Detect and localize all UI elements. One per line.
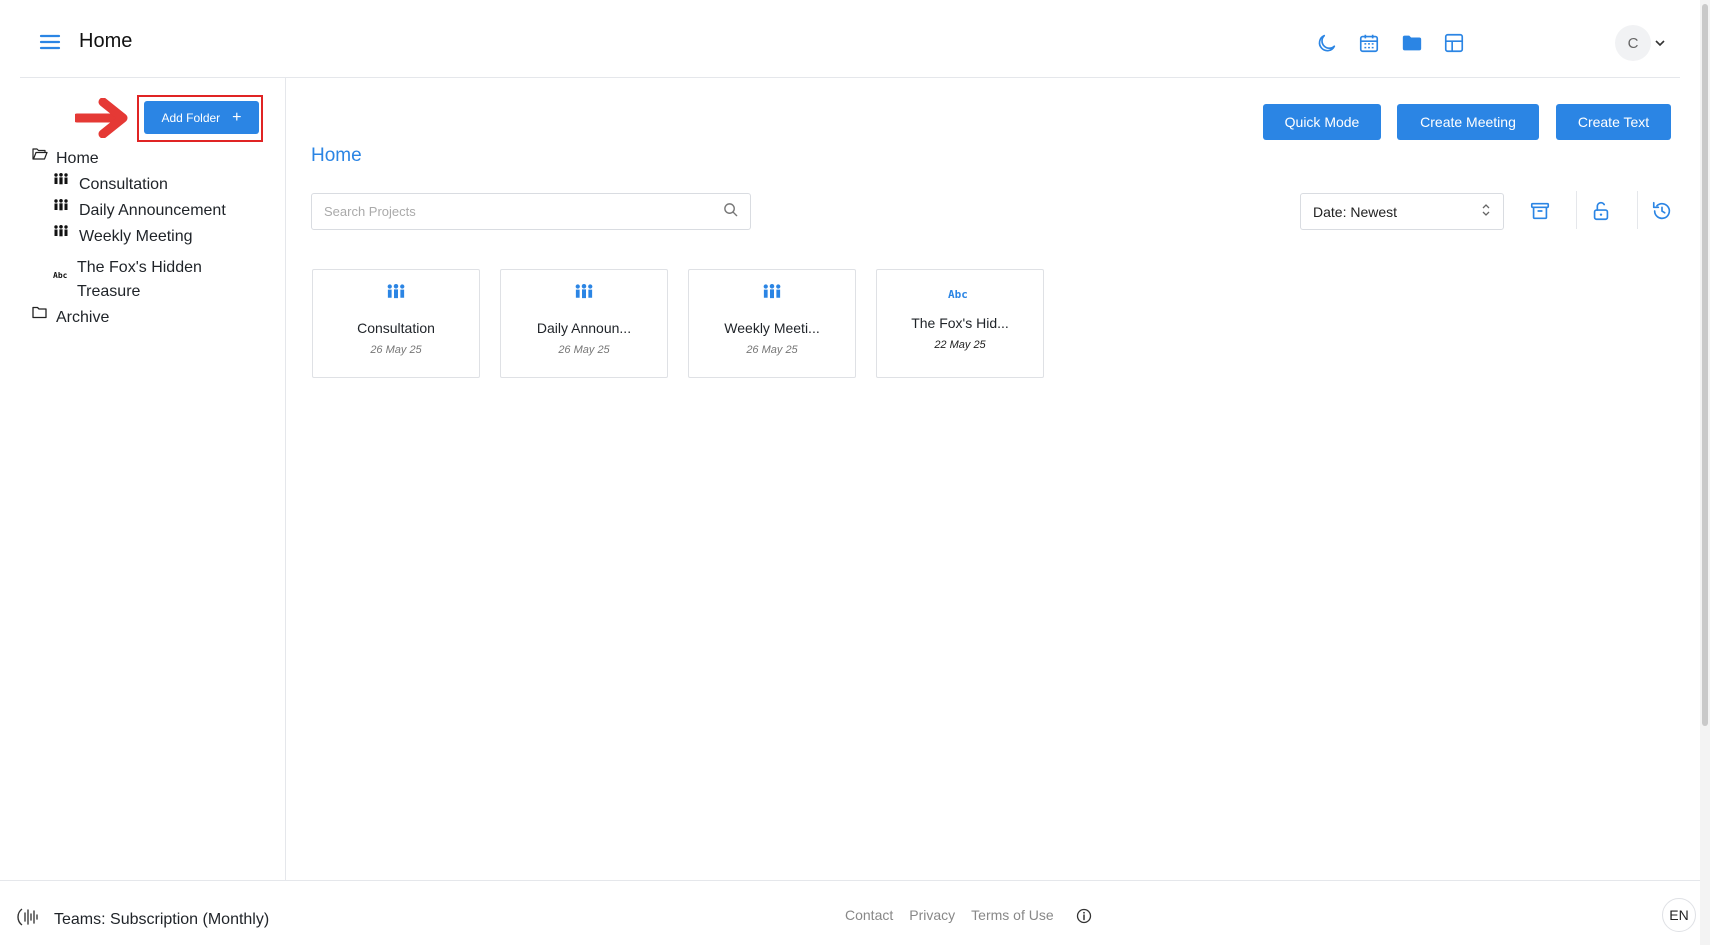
project-card-foxs-hidden-treasure[interactable]: Abc The Fox's Hid... 22 May 25 [876, 269, 1044, 378]
app-logo-icon [16, 905, 42, 934]
breadcrumb[interactable]: Home [311, 145, 362, 167]
top-header: Home C [20, 0, 1680, 78]
sort-value: Date: Newest [1313, 203, 1398, 220]
dark-mode-moon-icon[interactable] [1312, 28, 1342, 58]
scrollbar-thumb[interactable] [1702, 4, 1708, 726]
footer: Teams: Subscription (Monthly) Contact Pr… [0, 880, 1700, 945]
hamburger-menu-icon[interactable] [38, 30, 62, 54]
tree-item-weekly-meeting[interactable]: Weekly Meeting [53, 225, 193, 249]
terms-link[interactable]: Terms of Use [971, 907, 1053, 923]
text-abc-icon: Abc [53, 270, 71, 280]
card-title: Daily Announ... [536, 320, 632, 336]
project-card-daily-announcement[interactable]: Daily Announ... 26 May 25 [500, 269, 668, 378]
tree-item-foxs-hidden-treasure[interactable]: Abc The Fox's Hidden Treasure [53, 256, 233, 304]
calendar-icon[interactable] [1354, 28, 1384, 58]
meeting-icon [313, 284, 479, 299]
meeting-icon [53, 173, 73, 185]
add-folder-button[interactable]: Add Folder + [144, 101, 259, 134]
red-arrow-annotation-icon [72, 97, 129, 143]
toolbar-divider [1637, 191, 1638, 229]
meeting-icon [53, 225, 73, 237]
tree-item-daily-announcement[interactable]: Daily Announcement [53, 199, 226, 223]
meeting-icon [501, 284, 667, 299]
meeting-icon [689, 284, 855, 299]
layout-grid-icon[interactable] [1439, 28, 1469, 58]
header-title: Home [79, 30, 133, 52]
project-card-consultation[interactable]: Consultation 26 May 25 [312, 269, 480, 378]
create-meeting-button[interactable]: Create Meeting [1397, 104, 1539, 140]
history-restore-icon[interactable] [1647, 196, 1677, 226]
privacy-link[interactable]: Privacy [909, 907, 955, 923]
language-selector[interactable]: EN [1662, 898, 1696, 932]
card-title: The Fox's Hid... [911, 315, 1009, 331]
user-avatar[interactable]: C [1615, 25, 1651, 61]
toolbar-divider [1576, 191, 1577, 229]
unlock-icon[interactable] [1586, 196, 1616, 226]
main-content: Quick Mode Create Meeting Create Text Ho… [286, 78, 1680, 880]
contact-link[interactable]: Contact [845, 907, 893, 923]
tree-item-archive[interactable]: Archive [32, 306, 109, 330]
quick-mode-button[interactable]: Quick Mode [1263, 104, 1381, 140]
archive-box-icon[interactable] [1525, 196, 1555, 226]
folder-icon[interactable] [1397, 28, 1427, 58]
card-date: 26 May 25 [746, 344, 798, 356]
plus-icon: + [232, 108, 242, 126]
updown-chevron-icon [1481, 203, 1491, 220]
svg-text:Abc: Abc [948, 288, 968, 301]
create-text-button[interactable]: Create Text [1556, 104, 1671, 140]
card-date: 22 May 25 [934, 339, 986, 351]
svg-text:Abc: Abc [53, 271, 68, 280]
card-date: 26 May 25 [558, 344, 610, 356]
chevron-down-icon[interactable] [1653, 36, 1667, 50]
card-date: 26 May 25 [370, 344, 422, 356]
subscription-info: Teams: Subscription (Monthly) [16, 905, 269, 934]
search-box[interactable] [311, 193, 751, 230]
project-card-weekly-meeting[interactable]: Weekly Meeti... 26 May 25 [688, 269, 856, 378]
sidebar: Add Folder + Home Consultation Daily Ann… [0, 78, 286, 880]
search-input[interactable] [324, 204, 723, 219]
card-title: Consultation [357, 320, 435, 336]
card-title: Weekly Meeti... [724, 320, 820, 336]
info-icon[interactable] [1076, 908, 1092, 929]
search-icon[interactable] [723, 202, 738, 222]
add-folder-label: Add Folder [161, 110, 221, 125]
tree-item-home[interactable]: Home [32, 147, 99, 171]
app-page: Home C Add Folder + Home Consultation Da… [0, 0, 1710, 945]
folder-open-icon [32, 147, 52, 161]
folder-outline-icon [32, 306, 52, 319]
footer-links: Contact Privacy Terms of Use [845, 907, 1054, 923]
sort-select[interactable]: Date: Newest [1300, 193, 1504, 230]
tree-item-consultation[interactable]: Consultation [53, 173, 168, 197]
meeting-icon [53, 199, 73, 211]
text-abc-icon: Abc [877, 287, 1043, 301]
subscription-text: Teams: Subscription (Monthly) [54, 910, 270, 928]
